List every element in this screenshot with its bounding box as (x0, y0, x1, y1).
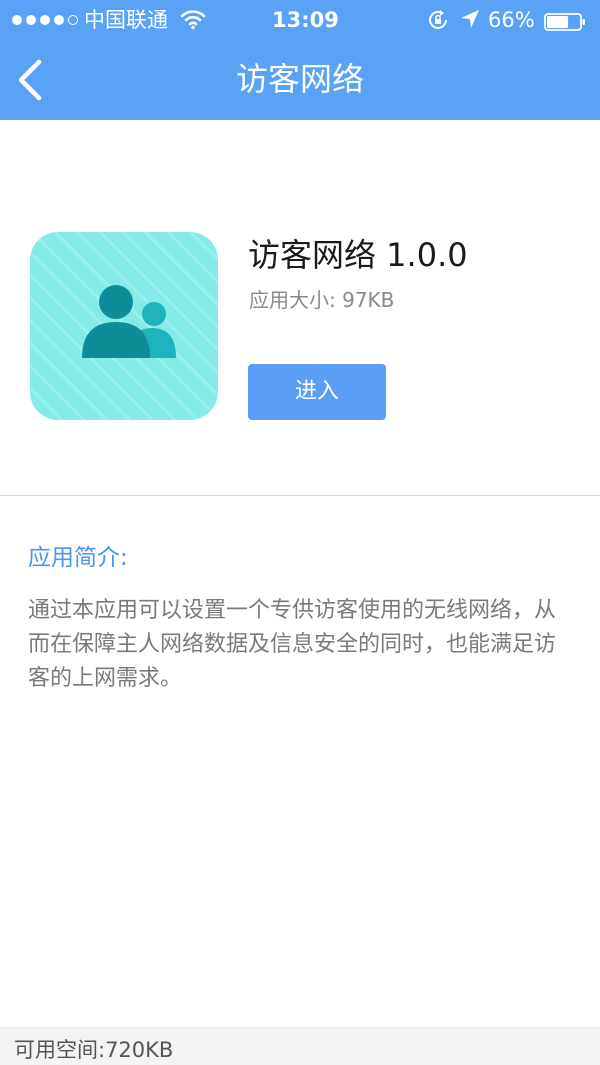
intro-description: 通过本应用可以设置一个专供访客使用的无线网络，从而在保障主人网络数据及信息安全的… (28, 598, 557, 691)
app-info-section: 访客网络 1.0.0 应用大小: 97KB 进入 (0, 120, 600, 496)
status-bar: 中国联通 13:09 66% (0, 0, 600, 40)
enter-button[interactable]: 进入 (248, 364, 386, 420)
rotation-lock-icon (426, 8, 450, 38)
divider (0, 495, 600, 496)
signal-strength-icon (12, 10, 78, 30)
battery-icon (544, 11, 585, 31)
intro-heading: 应用简介: (28, 545, 128, 571)
wifi-icon (180, 8, 206, 36)
app-size: 应用大小: 97KB (249, 288, 395, 312)
footer-bar: 可用空间:720KB (0, 1027, 600, 1065)
users-icon (30, 232, 218, 420)
nav-bar: 访客网络 (0, 40, 600, 120)
page-title: 访客网络 (235, 60, 364, 98)
app-header: 中国联通 13:09 66% 访客网络 (0, 0, 600, 120)
location-icon (459, 8, 481, 36)
battery-percent: 66% (488, 8, 535, 32)
app-name: 访客网络 1.0.0 (248, 236, 468, 274)
carrier-name: 中国联通 (84, 8, 168, 32)
status-time: 13:09 (272, 8, 339, 32)
free-space-label: 可用空间:720KB (14, 1038, 174, 1062)
